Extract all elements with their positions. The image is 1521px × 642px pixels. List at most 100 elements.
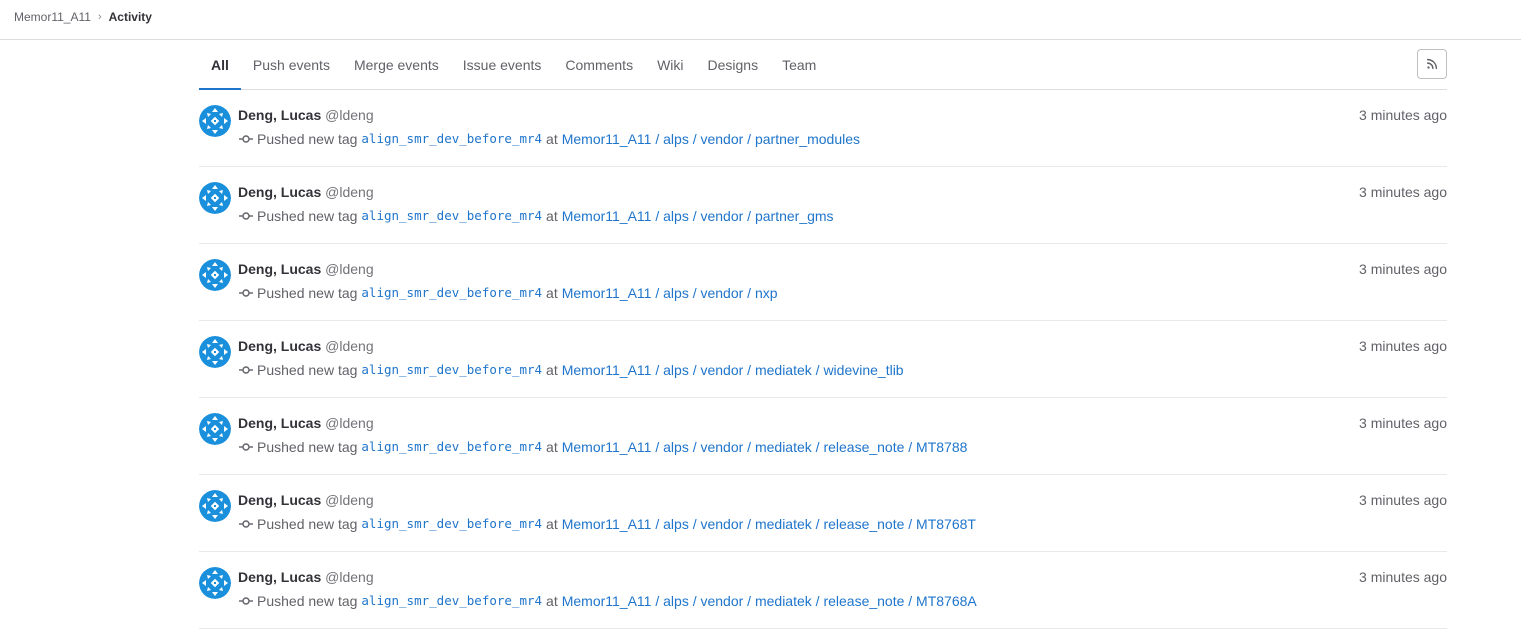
event-list: Deng, Lucas @ldeng Pushed new tag align_… [199,90,1447,629]
author-username[interactable]: @ldeng [325,492,373,508]
event-description: Pushed new tag align_smr_dev_before_mr4 … [238,593,977,609]
tab-label: Designs [707,57,759,73]
event-action: Pushed new tag [257,593,358,609]
tab-label: All [211,57,229,73]
event-header: Deng, Lucas @ldeng [238,107,374,123]
event-timestamp: 3 minutes ago [1359,184,1447,200]
project-link[interactable]: Memor11_A11 / alps / vendor / nxp [562,285,778,301]
event-action: Pushed new tag [257,362,358,378]
author-username[interactable]: @ldeng [325,569,373,585]
event-item: Deng, Lucas @ldeng Pushed new tag align_… [199,398,1447,475]
project-link[interactable]: Memor11_A11 / alps / vendor / mediatek /… [562,362,904,378]
project-link[interactable]: Memor11_A11 / alps / vendor / partner_gm… [562,208,834,224]
project-link[interactable]: Memor11_A11 / alps / vendor / partner_mo… [562,131,860,147]
author-name[interactable]: Deng, Lucas [238,184,321,200]
tag-link[interactable]: align_smr_dev_before_mr4 [361,439,542,455]
commit-icon [239,366,253,374]
breadcrumb-separator-icon: › [97,10,102,23]
tag-link[interactable]: align_smr_dev_before_mr4 [361,593,542,609]
event-at-text: at [546,516,558,532]
event-at-text: at [546,362,558,378]
event-timestamp: 3 minutes ago [1359,492,1447,508]
avatar[interactable] [199,259,231,291]
avatar[interactable] [199,336,231,368]
project-link[interactable]: Memor11_A11 / alps / vendor / mediatek /… [562,593,977,609]
tag-link[interactable]: align_smr_dev_before_mr4 [361,362,542,378]
event-item: Deng, Lucas @ldeng Pushed new tag align_… [199,321,1447,398]
event-header: Deng, Lucas @ldeng [238,569,374,585]
activity-content: All Push events Merge events Issue event… [199,41,1447,629]
event-filter-tabs: All Push events Merge events Issue event… [199,41,1447,90]
avatar[interactable] [199,567,231,599]
author-name[interactable]: Deng, Lucas [238,261,321,277]
event-at-text: at [546,439,558,455]
author-name[interactable]: Deng, Lucas [238,492,321,508]
event-description: Pushed new tag align_smr_dev_before_mr4 … [238,208,834,224]
event-header: Deng, Lucas @ldeng [238,184,374,200]
commit-icon [239,443,253,451]
event-at-text: at [546,593,558,609]
event-item: Deng, Lucas @ldeng Pushed new tag align_… [199,167,1447,244]
author-name[interactable]: Deng, Lucas [238,107,321,123]
tab-label: Merge events [353,57,439,73]
avatar[interactable] [199,490,231,522]
event-action: Pushed new tag [257,439,358,455]
commit-icon [239,520,253,528]
author-name[interactable]: Deng, Lucas [238,338,321,354]
avatar[interactable] [199,105,231,137]
author-name[interactable]: Deng, Lucas [238,569,321,585]
author-username[interactable]: @ldeng [325,261,373,277]
tab-comments[interactable]: Comments [553,41,645,89]
event-description: Pushed new tag align_smr_dev_before_mr4 … [238,131,860,147]
author-username[interactable]: @ldeng [325,338,373,354]
event-timestamp: 3 minutes ago [1359,261,1447,277]
breadcrumb-current[interactable]: Activity [109,10,152,24]
event-timestamp: 3 minutes ago [1359,569,1447,585]
tab-team[interactable]: Team [770,41,828,89]
event-at-text: at [546,131,558,147]
breadcrumb-project-link[interactable]: Memor11_A11 [14,10,91,24]
author-name[interactable]: Deng, Lucas [238,415,321,431]
event-description: Pushed new tag align_smr_dev_before_mr4 … [238,439,967,455]
author-username[interactable]: @ldeng [325,184,373,200]
avatar[interactable] [199,413,231,445]
tab-label: Comments [565,57,634,73]
tab-merge-events[interactable]: Merge events [342,41,451,89]
commit-icon [239,135,253,143]
author-username[interactable]: @ldeng [325,415,373,431]
tab-label: Issue events [462,57,542,73]
event-header: Deng, Lucas @ldeng [238,261,374,277]
tag-link[interactable]: align_smr_dev_before_mr4 [361,131,542,147]
event-timestamp: 3 minutes ago [1359,107,1447,123]
event-action: Pushed new tag [257,208,358,224]
avatar[interactable] [199,182,231,214]
event-item: Deng, Lucas @ldeng Pushed new tag align_… [199,475,1447,552]
event-action: Pushed new tag [257,285,358,301]
tab-push-events[interactable]: Push events [241,41,342,89]
event-description: Pushed new tag align_smr_dev_before_mr4 … [238,516,976,532]
commit-icon [239,212,253,220]
tab-label: Push events [252,57,330,73]
event-at-text: at [546,285,558,301]
event-timestamp: 3 minutes ago [1359,415,1447,431]
tab-designs[interactable]: Designs [696,41,771,89]
event-timestamp: 3 minutes ago [1359,338,1447,354]
project-link[interactable]: Memor11_A11 / alps / vendor / mediatek /… [562,439,968,455]
event-description: Pushed new tag align_smr_dev_before_mr4 … [238,285,778,301]
commit-icon [239,289,253,297]
author-username[interactable]: @ldeng [325,107,373,123]
event-at-text: at [546,208,558,224]
tab-issue-events[interactable]: Issue events [451,41,554,89]
tag-link[interactable]: align_smr_dev_before_mr4 [361,285,542,301]
tag-link[interactable]: align_smr_dev_before_mr4 [361,208,542,224]
project-link[interactable]: Memor11_A11 / alps / vendor / mediatek /… [562,516,976,532]
rss-icon [1426,58,1438,70]
tab-all[interactable]: All [199,41,241,90]
event-item: Deng, Lucas @ldeng Pushed new tag align_… [199,90,1447,167]
tab-label: Wiki [657,57,684,73]
rss-feed-button[interactable] [1417,49,1447,79]
tab-label: Team [782,57,817,73]
tag-link[interactable]: align_smr_dev_before_mr4 [361,516,542,532]
event-action: Pushed new tag [257,516,358,532]
tab-wiki[interactable]: Wiki [645,41,695,89]
